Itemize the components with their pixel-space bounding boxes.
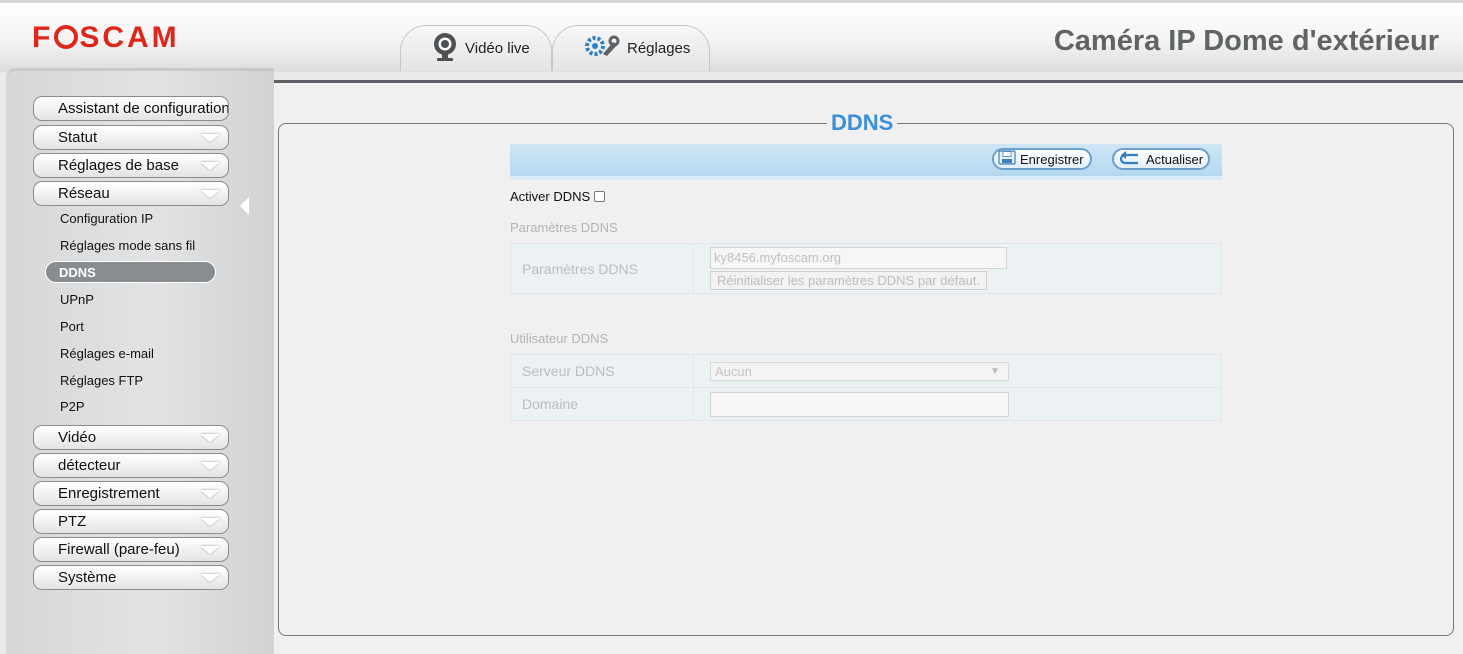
sidebar-item-label: Firewall (pare-feu) <box>58 541 180 558</box>
refresh-arrow-icon <box>1118 150 1142 168</box>
chevron-down-icon <box>200 546 220 554</box>
sidebar-item-system[interactable]: Système <box>33 565 229 590</box>
sidebar-subitem-upnp[interactable]: UPnP <box>60 292 94 307</box>
ddns-server-select[interactable]: Aucun ▼ <box>710 361 1009 381</box>
sidebar-item-label: Système <box>58 569 117 586</box>
chevron-down-icon <box>200 490 220 498</box>
enable-ddns-row: Activer DDNS <box>510 189 606 204</box>
logo-text-post: SCAM <box>79 21 180 54</box>
ddns-params-table: Paramètres DDNS ky8456.myfoscam.org Réin… <box>510 243 1222 294</box>
sidebar-subitem-ip-config[interactable]: Configuration IP <box>60 211 153 226</box>
chevron-down-icon <box>200 518 220 526</box>
sidebar-item-ptz[interactable]: PTZ <box>33 509 229 534</box>
tab-settings-label: Réglages <box>627 40 691 57</box>
sidebar-item-video[interactable]: Vidéo <box>33 425 229 450</box>
sidebar-item-label: Réseau <box>58 185 110 202</box>
gears-wrench-icon <box>583 34 621 64</box>
tab-live-video[interactable]: Vidéo live <box>400 25 552 71</box>
table-row: Paramètres DDNS ky8456.myfoscam.org Réin… <box>510 243 1222 294</box>
enable-ddns-checkbox[interactable] <box>594 191 606 202</box>
sidebar-subitem-p2p[interactable]: P2P <box>60 399 85 414</box>
active-pointer-arrow-icon <box>240 197 249 215</box>
save-button[interactable]: Enregistrer <box>992 148 1092 170</box>
sidebar-subitem-port[interactable]: Port <box>60 319 84 334</box>
dropdown-arrow-icon: ▼ <box>990 365 1000 377</box>
sidebar-item-network[interactable]: Réseau <box>33 181 229 206</box>
ddns-server-label: Serveur DDNS <box>510 354 694 388</box>
sidebar-item-label: Vidéo <box>58 429 97 446</box>
chevron-down-icon <box>200 134 220 142</box>
ddns-params-section-title: Paramètres DDNS <box>510 220 618 235</box>
table-row: Serveur DDNS Aucun ▼ <box>510 354 1222 388</box>
ddns-domain-field[interactable]: ky8456.myfoscam.org <box>710 247 1007 269</box>
ddns-user-section-title: Utilisateur DDNS <box>510 331 609 346</box>
floppy-disk-icon <box>998 150 1016 168</box>
main-content: DDNS Enregistrer Actualiser Activer DDNS… <box>274 80 1463 654</box>
foscam-logo: F SCAM <box>32 21 180 55</box>
table-row: Domaine <box>510 387 1222 421</box>
tab-settings[interactable]: Réglages <box>552 25 710 71</box>
logo-text-pre: F <box>32 21 54 54</box>
sidebar-item-label: Réglages de base <box>58 157 179 174</box>
sidebar-item-detector[interactable]: détecteur <box>33 453 229 478</box>
tab-live-video-label: Vidéo live <box>465 40 530 57</box>
save-button-label: Enregistrer <box>1020 151 1084 167</box>
ddns-user-domain-cell <box>693 387 1222 421</box>
chevron-down-icon <box>200 462 220 470</box>
sidebar-item-label: Assistant de configuration <box>58 100 229 117</box>
sidebar-item-recording[interactable]: Enregistrement <box>33 481 229 506</box>
reset-ddns-button[interactable]: Réinitialiser les paramètres DDNS par dé… <box>710 271 987 290</box>
ddns-params-row-label: Paramètres DDNS <box>510 243 694 294</box>
sidebar-item-label: détecteur <box>58 457 121 474</box>
sidebar-item-label: PTZ <box>58 513 87 530</box>
ddns-user-table: Serveur DDNS Aucun ▼ Domaine <box>510 354 1222 421</box>
ddns-server-selected: Aucun <box>715 363 752 379</box>
chevron-down-icon <box>200 434 220 442</box>
product-title: Caméra IP Dome d'extérieur <box>1053 25 1439 57</box>
logo-o-ring-icon <box>54 25 79 49</box>
webcam-icon <box>431 32 459 66</box>
enable-ddns-label: Activer DDNS <box>510 189 591 204</box>
sidebar-item-setup-wizard[interactable]: Assistant de configuration <box>33 96 229 121</box>
sidebar-item-firewall[interactable]: Firewall (pare-feu) <box>33 537 229 562</box>
sidebar-subitem-wireless[interactable]: Réglages mode sans fil <box>60 238 195 253</box>
sidebar-subitem-ddns[interactable]: DDNS <box>45 261 216 283</box>
chevron-down-icon <box>200 574 220 582</box>
sidebar-item-basic-settings[interactable]: Réglages de base <box>33 153 229 178</box>
sidebar-item-label: Enregistrement <box>58 485 160 502</box>
refresh-button[interactable]: Actualiser <box>1112 148 1210 170</box>
ddns-params-value-cell: ky8456.myfoscam.org Réinitialiser les pa… <box>693 243 1222 294</box>
sidebar-item-label: Statut <box>58 129 98 146</box>
sidebar-subitem-label: DDNS <box>59 264 96 280</box>
sidebar-item-status[interactable]: Statut <box>33 125 229 150</box>
sidebar-subitem-email[interactable]: Réglages e-mail <box>60 346 154 361</box>
sidebar-subitem-ftp[interactable]: Réglages FTP <box>60 373 143 388</box>
ddns-user-domain-input[interactable] <box>710 391 1009 417</box>
app-header: F SCAM Vidéo live Réglages Caméra IP Dome… <box>0 0 1463 72</box>
ddns-server-cell: Aucun ▼ <box>693 354 1222 388</box>
chevron-down-icon <box>200 190 220 198</box>
chevron-down-icon <box>200 162 220 170</box>
toolbar: Enregistrer Actualiser <box>510 144 1222 180</box>
ddns-domain-label: Domaine <box>510 387 694 421</box>
refresh-button-label: Actualiser <box>1146 151 1204 167</box>
page-title: DDNS <box>827 110 898 136</box>
